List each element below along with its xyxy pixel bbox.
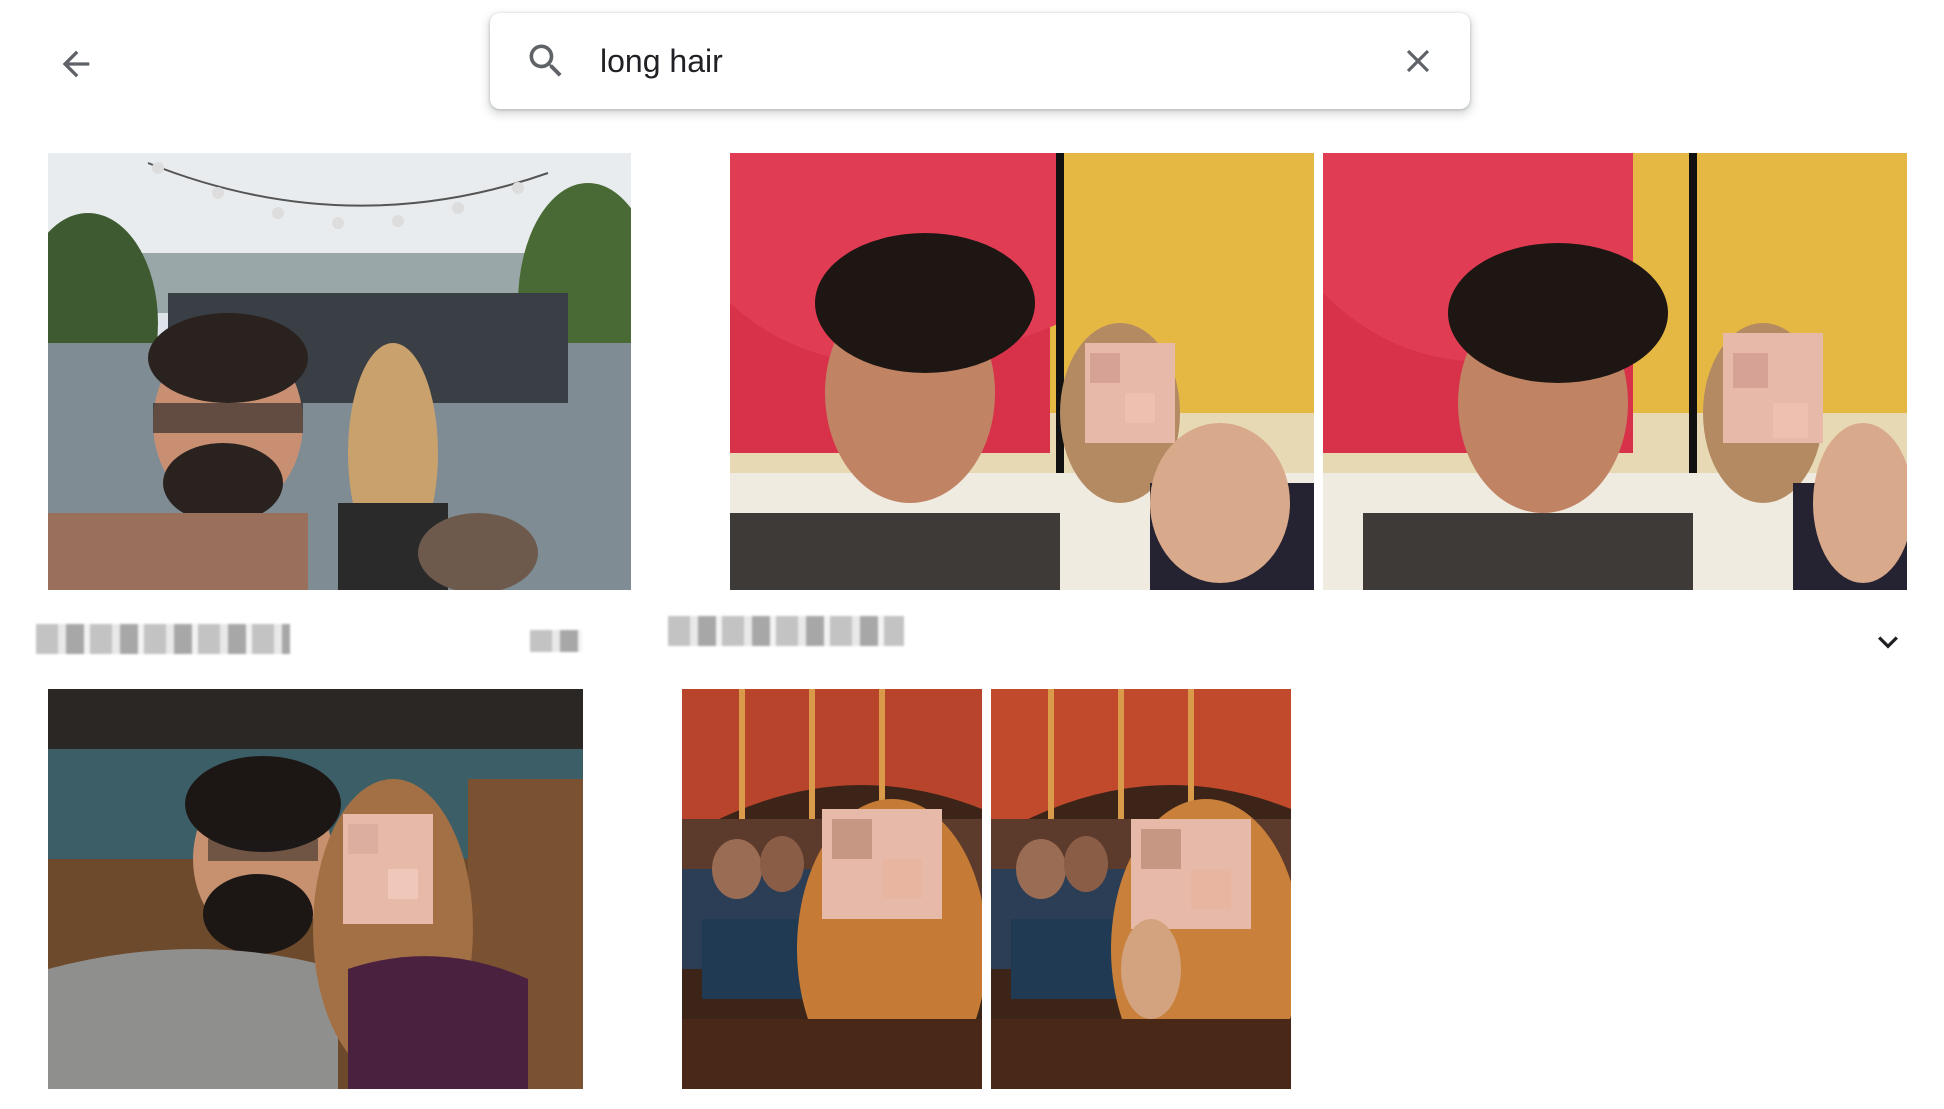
photo-image	[48, 153, 631, 590]
chevron-down-icon	[1878, 636, 1898, 649]
photo-thumbnail[interactable]	[1323, 153, 1907, 590]
search-input[interactable]	[600, 35, 1340, 87]
photo-thumbnail[interactable]	[682, 689, 982, 1089]
section-date-label	[668, 616, 904, 646]
section-date-label	[36, 624, 290, 654]
arrow-back-icon	[62, 50, 90, 78]
photo-thumbnail[interactable]	[48, 689, 583, 1089]
search-icon[interactable]	[524, 39, 568, 83]
back-button[interactable]	[48, 36, 104, 92]
photo-image	[991, 689, 1291, 1089]
section-expand-button[interactable]	[1862, 622, 1914, 662]
photo-image	[48, 689, 583, 1089]
photos-search-results-page	[0, 0, 1944, 1109]
photo-image	[682, 689, 982, 1089]
search-bar	[490, 13, 1470, 109]
section-item-count	[530, 630, 582, 652]
clear-search-button[interactable]	[1392, 35, 1444, 87]
photo-thumbnail[interactable]	[48, 153, 631, 590]
photo-thumbnail[interactable]	[730, 153, 1314, 590]
close-icon	[1406, 49, 1430, 73]
photo-thumbnail[interactable]	[991, 689, 1291, 1089]
photo-image	[730, 153, 1314, 590]
photo-image	[1323, 153, 1907, 590]
